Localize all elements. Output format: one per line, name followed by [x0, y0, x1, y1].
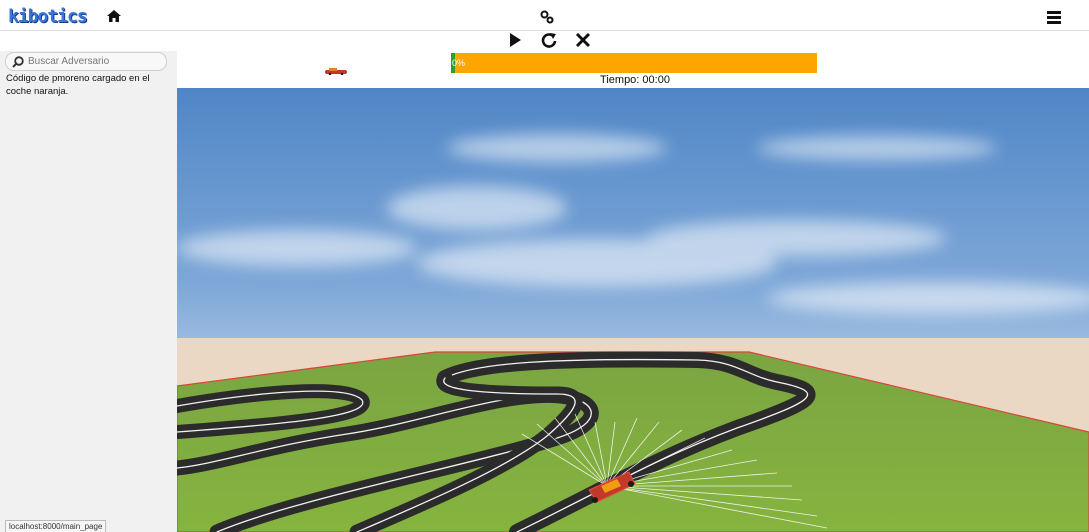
search-opponent-box[interactable]: [5, 52, 167, 71]
simulation-toolbar: [0, 31, 1089, 52]
home-icon[interactable]: [107, 9, 121, 27]
race-progress-bar: 0%: [451, 53, 817, 73]
race-info-bar: 0% Tiempo: 00:00: [177, 51, 1089, 88]
code-loaded-message: Código de pmoreno cargado en el coche na…: [6, 73, 150, 97]
search-input[interactable]: [28, 54, 158, 68]
kibotics-logo[interactable]: kibotics: [8, 6, 88, 27]
close-icon[interactable]: [575, 32, 591, 53]
simulation-3d-view[interactable]: [177, 88, 1089, 532]
gears-icon[interactable]: [540, 10, 554, 29]
top-nav-bar: kibotics: [0, 0, 1089, 31]
play-icon[interactable]: [508, 32, 522, 53]
orange-car-thumbnail: [324, 62, 350, 80]
status-bar-url: localhost:8000/main_page: [5, 520, 107, 532]
restart-icon[interactable]: [541, 32, 557, 53]
search-icon: [12, 56, 24, 68]
hamburger-icon[interactable]: [1047, 11, 1061, 26]
sidebar: Código de pmoreno cargado en el coche na…: [0, 51, 177, 532]
race-timer: Tiempo: 00:00: [600, 74, 670, 86]
progress-percent: 0%: [452, 58, 466, 68]
